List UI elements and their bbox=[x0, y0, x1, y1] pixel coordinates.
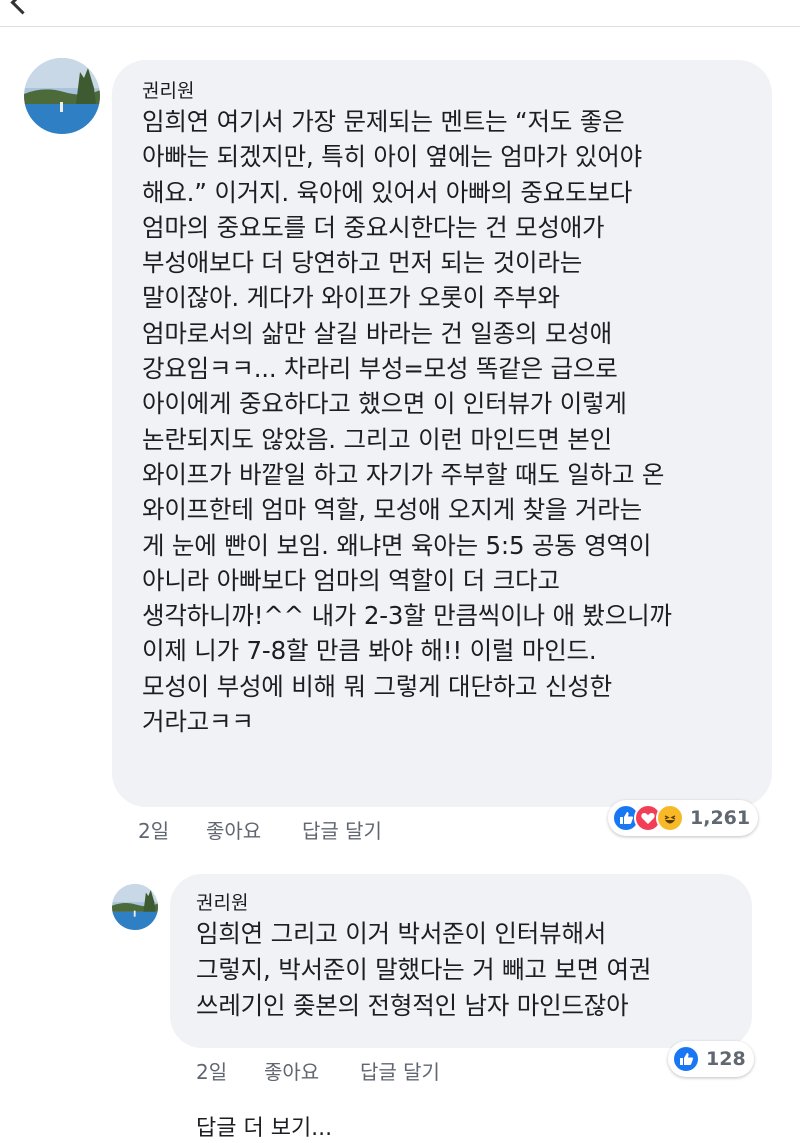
comment-bubble: 권리원 임희연 여기서 가장 문제되는 멘트는 “저도 좋은 아빠는 되겠지만,… bbox=[112, 60, 772, 807]
reaction-count[interactable]: 1,261 bbox=[690, 807, 750, 829]
reaction-summary[interactable]: 1,261 bbox=[608, 800, 759, 836]
reply-button[interactable]: 답글 달기 bbox=[302, 815, 382, 844]
view-more-replies-link[interactable]: 답글 더 보기... bbox=[196, 1110, 332, 1142]
comment-text: 임희연 그리고 이거 박서준이 인터뷰해서 그렇지, 박서준이 말했다는 거 빼… bbox=[196, 919, 652, 1020]
back-chevron-icon[interactable] bbox=[10, 0, 35, 15]
like-button[interactable]: 좋아요 bbox=[264, 1056, 319, 1085]
comment-author[interactable]: 권리원 bbox=[196, 888, 732, 915]
comment-timestamp: 2일 bbox=[138, 819, 170, 843]
reply-button[interactable]: 답글 달기 bbox=[360, 1056, 440, 1085]
avatar-lake-photo-icon bbox=[24, 58, 100, 134]
reaction-summary[interactable]: 128 bbox=[668, 1041, 754, 1077]
reaction-count[interactable]: 128 bbox=[706, 1048, 746, 1070]
like-icon bbox=[672, 1045, 700, 1073]
like-button[interactable]: 좋아요 bbox=[206, 815, 261, 844]
top-bar bbox=[0, 0, 800, 27]
comment-author[interactable]: 권리원 bbox=[142, 76, 752, 103]
comment-text: 임희연 여기서 가장 문제되는 멘트는 “저도 좋은 아빠는 되겠지만, 특히 … bbox=[142, 107, 672, 737]
avatar[interactable] bbox=[112, 884, 158, 930]
comment-timestamp: 2일 bbox=[196, 1060, 228, 1084]
haha-icon bbox=[656, 804, 684, 832]
reply-bubble: 권리원 임희연 그리고 이거 박서준이 인터뷰해서 그렇지, 박서준이 말했다는… bbox=[170, 874, 752, 1048]
avatar[interactable] bbox=[24, 58, 100, 134]
avatar-lake-photo-icon bbox=[112, 884, 158, 930]
